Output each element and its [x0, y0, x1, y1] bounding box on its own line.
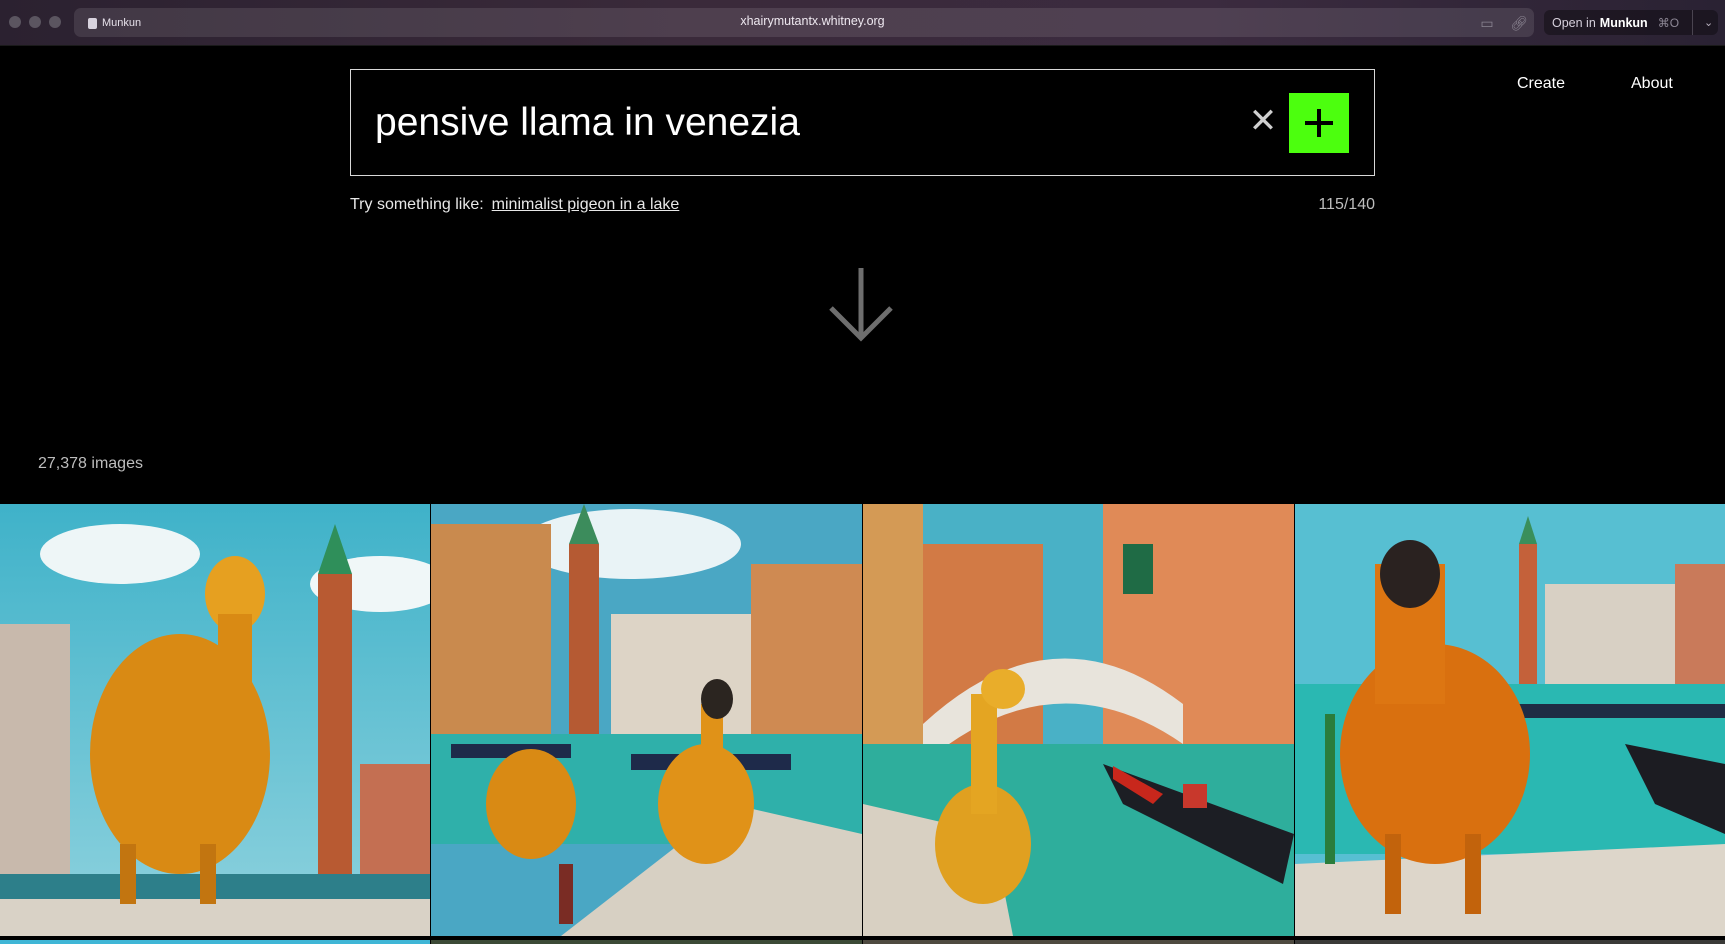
nav-create-link[interactable]: Create	[1517, 75, 1565, 93]
arrow-down-icon	[829, 268, 893, 342]
plus-icon-stroke	[1317, 109, 1321, 137]
image-gallery	[0, 504, 1725, 944]
open-in-shortcut: ⌘O	[1657, 15, 1680, 30]
gallery-image-next-row[interactable]	[0, 940, 430, 944]
suggestion-prefix: Try something like:	[350, 196, 484, 213]
llama-image	[431, 504, 862, 936]
prompt-box: ✕	[350, 69, 1375, 176]
llama-image	[1295, 504, 1725, 936]
gallery-image-next-row[interactable]	[863, 940, 1294, 944]
open-in-prefix: Open in	[1552, 15, 1596, 30]
add-button[interactable]	[1289, 93, 1349, 153]
gallery-image[interactable]	[0, 504, 430, 936]
open-in-app-button[interactable]: Open in Munkun ⌘O ⌄	[1544, 10, 1718, 35]
reader-icon[interactable]: ▭	[1478, 14, 1496, 32]
gallery-image-next-row[interactable]	[1295, 940, 1725, 944]
open-in-app-name: Munkun	[1599, 15, 1648, 30]
gallery-image[interactable]	[863, 504, 1294, 936]
gallery-image[interactable]	[1295, 504, 1725, 936]
nav-about-link[interactable]: About	[1631, 75, 1673, 93]
chevron-down-icon[interactable]: ⌄	[1704, 16, 1713, 29]
prompt-input[interactable]	[375, 98, 1195, 148]
url-text[interactable]: xhairymutantx.whitney.org	[0, 14, 1625, 28]
clear-icon[interactable]: ✕	[1246, 104, 1280, 138]
gallery-image-next-row[interactable]	[431, 940, 862, 944]
browser-toolbar: Munkun xhairymutantx.whitney.org ▭ 🔗︎ Op…	[0, 0, 1725, 46]
llama-image	[863, 504, 1294, 936]
link-icon[interactable]: 🔗︎	[1510, 14, 1528, 32]
image-count: 27,378 images	[38, 455, 143, 472]
divider	[1692, 10, 1694, 35]
llama-image	[0, 504, 430, 936]
prompt-suggestion: Try something like: minimalist pigeon in…	[350, 196, 679, 214]
character-counter: 115/140	[1318, 196, 1375, 213]
suggestion-link[interactable]: minimalist pigeon in a lake	[492, 196, 680, 214]
gallery-image[interactable]	[431, 504, 862, 936]
